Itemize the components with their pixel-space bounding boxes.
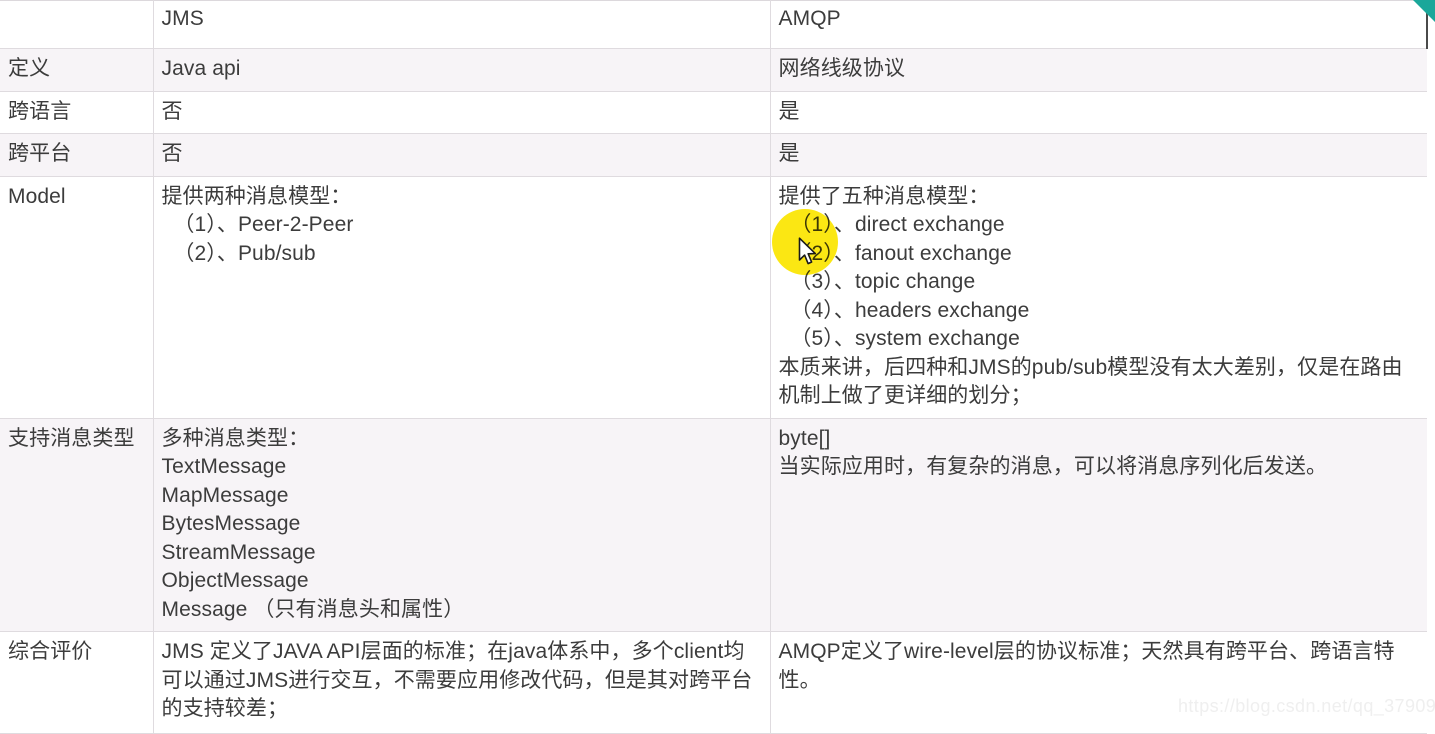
row-label-cross-platform: 跨平台 [0,133,154,177]
cell-amqp-cross-language: 是 [770,91,1427,134]
table-header-row: JMS AMQP [0,0,1428,49]
cell-jms-cross-platform: 否 [153,133,771,177]
header-cell-blank [0,0,154,49]
row-label-cross-language: 跨语言 [0,91,154,134]
cell-jms-definition: Java api [153,48,771,92]
cell-amqp-definition: 网络线级协议 [770,48,1427,92]
cell-jms-overall-evaluation: JMS 定义了JAVA API层面的标准；在java体系中，多个client均可… [153,631,771,734]
table-row-definition: 定义 Java api 网络线级协议 [0,48,1427,92]
jms-amqp-comparison-table: JMS AMQP 定义 Java api 网络线级协议 跨语言 否 是 跨平台 … [0,0,1428,734]
row-label-message-types: 支持消息类型 [0,418,154,632]
table-row-message-types: 支持消息类型 多种消息类型： TextMessage MapMessage By… [0,418,1427,632]
row-label-overall-evaluation: 综合评价 [0,631,154,734]
table-row-model: Model 提供两种消息模型： （1）、Peer-2-Peer （2）、Pub/… [0,176,1427,419]
cell-jms-message-types: 多种消息类型： TextMessage MapMessage BytesMess… [153,418,771,632]
row-label-definition: 定义 [0,48,154,92]
table-row-cross-language: 跨语言 否 是 [0,91,1427,134]
cell-amqp-message-types: byte[] 当实际应用时，有复杂的消息，可以将消息序列化后发送。 [770,418,1427,632]
document-page: JMS AMQP 定义 Java api 网络线级协议 跨语言 否 是 跨平台 … [0,0,1435,734]
cell-amqp-model: 提供了五种消息模型： （1）、direct exchange （2）、fanou… [770,176,1427,419]
table-row-overall-evaluation: 综合评价 JMS 定义了JAVA API层面的标准；在java体系中，多个cli… [0,631,1427,734]
cell-jms-model: 提供两种消息模型： （1）、Peer-2-Peer （2）、Pub/sub [153,176,771,419]
header-cell-amqp: AMQP [770,0,1428,49]
table-row-cross-platform: 跨平台 否 是 [0,133,1427,177]
header-cell-jms: JMS [153,0,771,49]
cell-jms-cross-language: 否 [153,91,771,134]
cell-amqp-overall-evaluation: AMQP定义了wire-level层的协议标准；天然具有跨平台、跨语言特性。 [770,631,1427,734]
cell-amqp-cross-platform: 是 [770,133,1427,177]
row-label-model: Model [0,176,154,419]
